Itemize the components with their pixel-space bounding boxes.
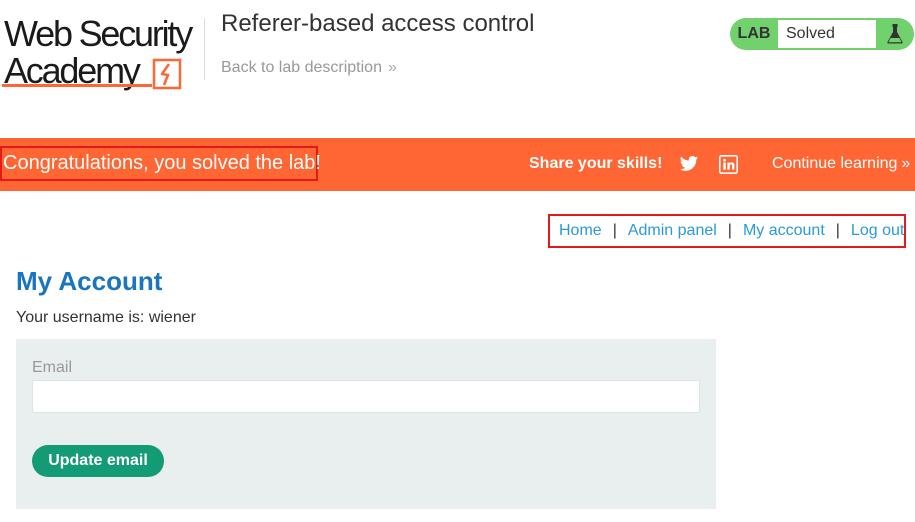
nav-separator: | bbox=[727, 222, 732, 239]
twitter-icon[interactable] bbox=[679, 154, 699, 174]
nav-separator: | bbox=[835, 222, 840, 239]
web-security-academy-logo[interactable]: Web Security Academy bbox=[2, 13, 202, 91]
username-text: Your username is: wiener bbox=[16, 309, 196, 326]
lab-status-label: LAB bbox=[737, 25, 771, 42]
continue-learning-label: Continue learning bbox=[772, 155, 898, 172]
double-chevron-right-icon: » bbox=[901, 155, 911, 172]
nav-my-account-link[interactable]: My account bbox=[743, 222, 825, 240]
continue-learning-link[interactable]: Continue learning» bbox=[772, 155, 910, 173]
nav-separator: | bbox=[612, 222, 617, 239]
back-to-lab-description-link[interactable]: Back to lab description » bbox=[221, 58, 397, 78]
logo-underline bbox=[2, 84, 152, 87]
flask-icon bbox=[876, 24, 914, 44]
update-email-button[interactable]: Update email bbox=[32, 445, 164, 477]
email-label: Email bbox=[32, 359, 73, 376]
logo-line1: Web Security bbox=[4, 13, 193, 54]
double-chevron-right-icon: » bbox=[387, 59, 397, 76]
lab-status-badge: LAB Solved bbox=[730, 18, 914, 50]
nav-admin-panel-link[interactable]: Admin panel bbox=[628, 222, 717, 240]
update-email-form: Email Update email bbox=[16, 339, 716, 509]
linkedin-icon[interactable] bbox=[719, 155, 738, 174]
nav-home-link[interactable]: Home bbox=[559, 222, 602, 240]
back-link-label: Back to lab description bbox=[221, 59, 382, 76]
logo-bolt-icon bbox=[152, 58, 182, 90]
lab-status-value: Solved bbox=[778, 20, 876, 48]
header-divider bbox=[204, 18, 205, 80]
email-field[interactable] bbox=[32, 380, 700, 413]
lab-title: Referer-based access control bbox=[221, 10, 535, 37]
congratulations-message: Congratulations, you solved the lab! bbox=[0, 146, 321, 181]
page-title: My Account bbox=[16, 266, 163, 296]
lab-page: Web Security Academy Referer-based acces… bbox=[0, 0, 915, 522]
account-nav: Home | Admin panel | My account | Log ou… bbox=[548, 214, 906, 248]
share-skills-label: Share your skills! bbox=[529, 155, 663, 172]
nav-log-out-link[interactable]: Log out bbox=[851, 222, 904, 240]
